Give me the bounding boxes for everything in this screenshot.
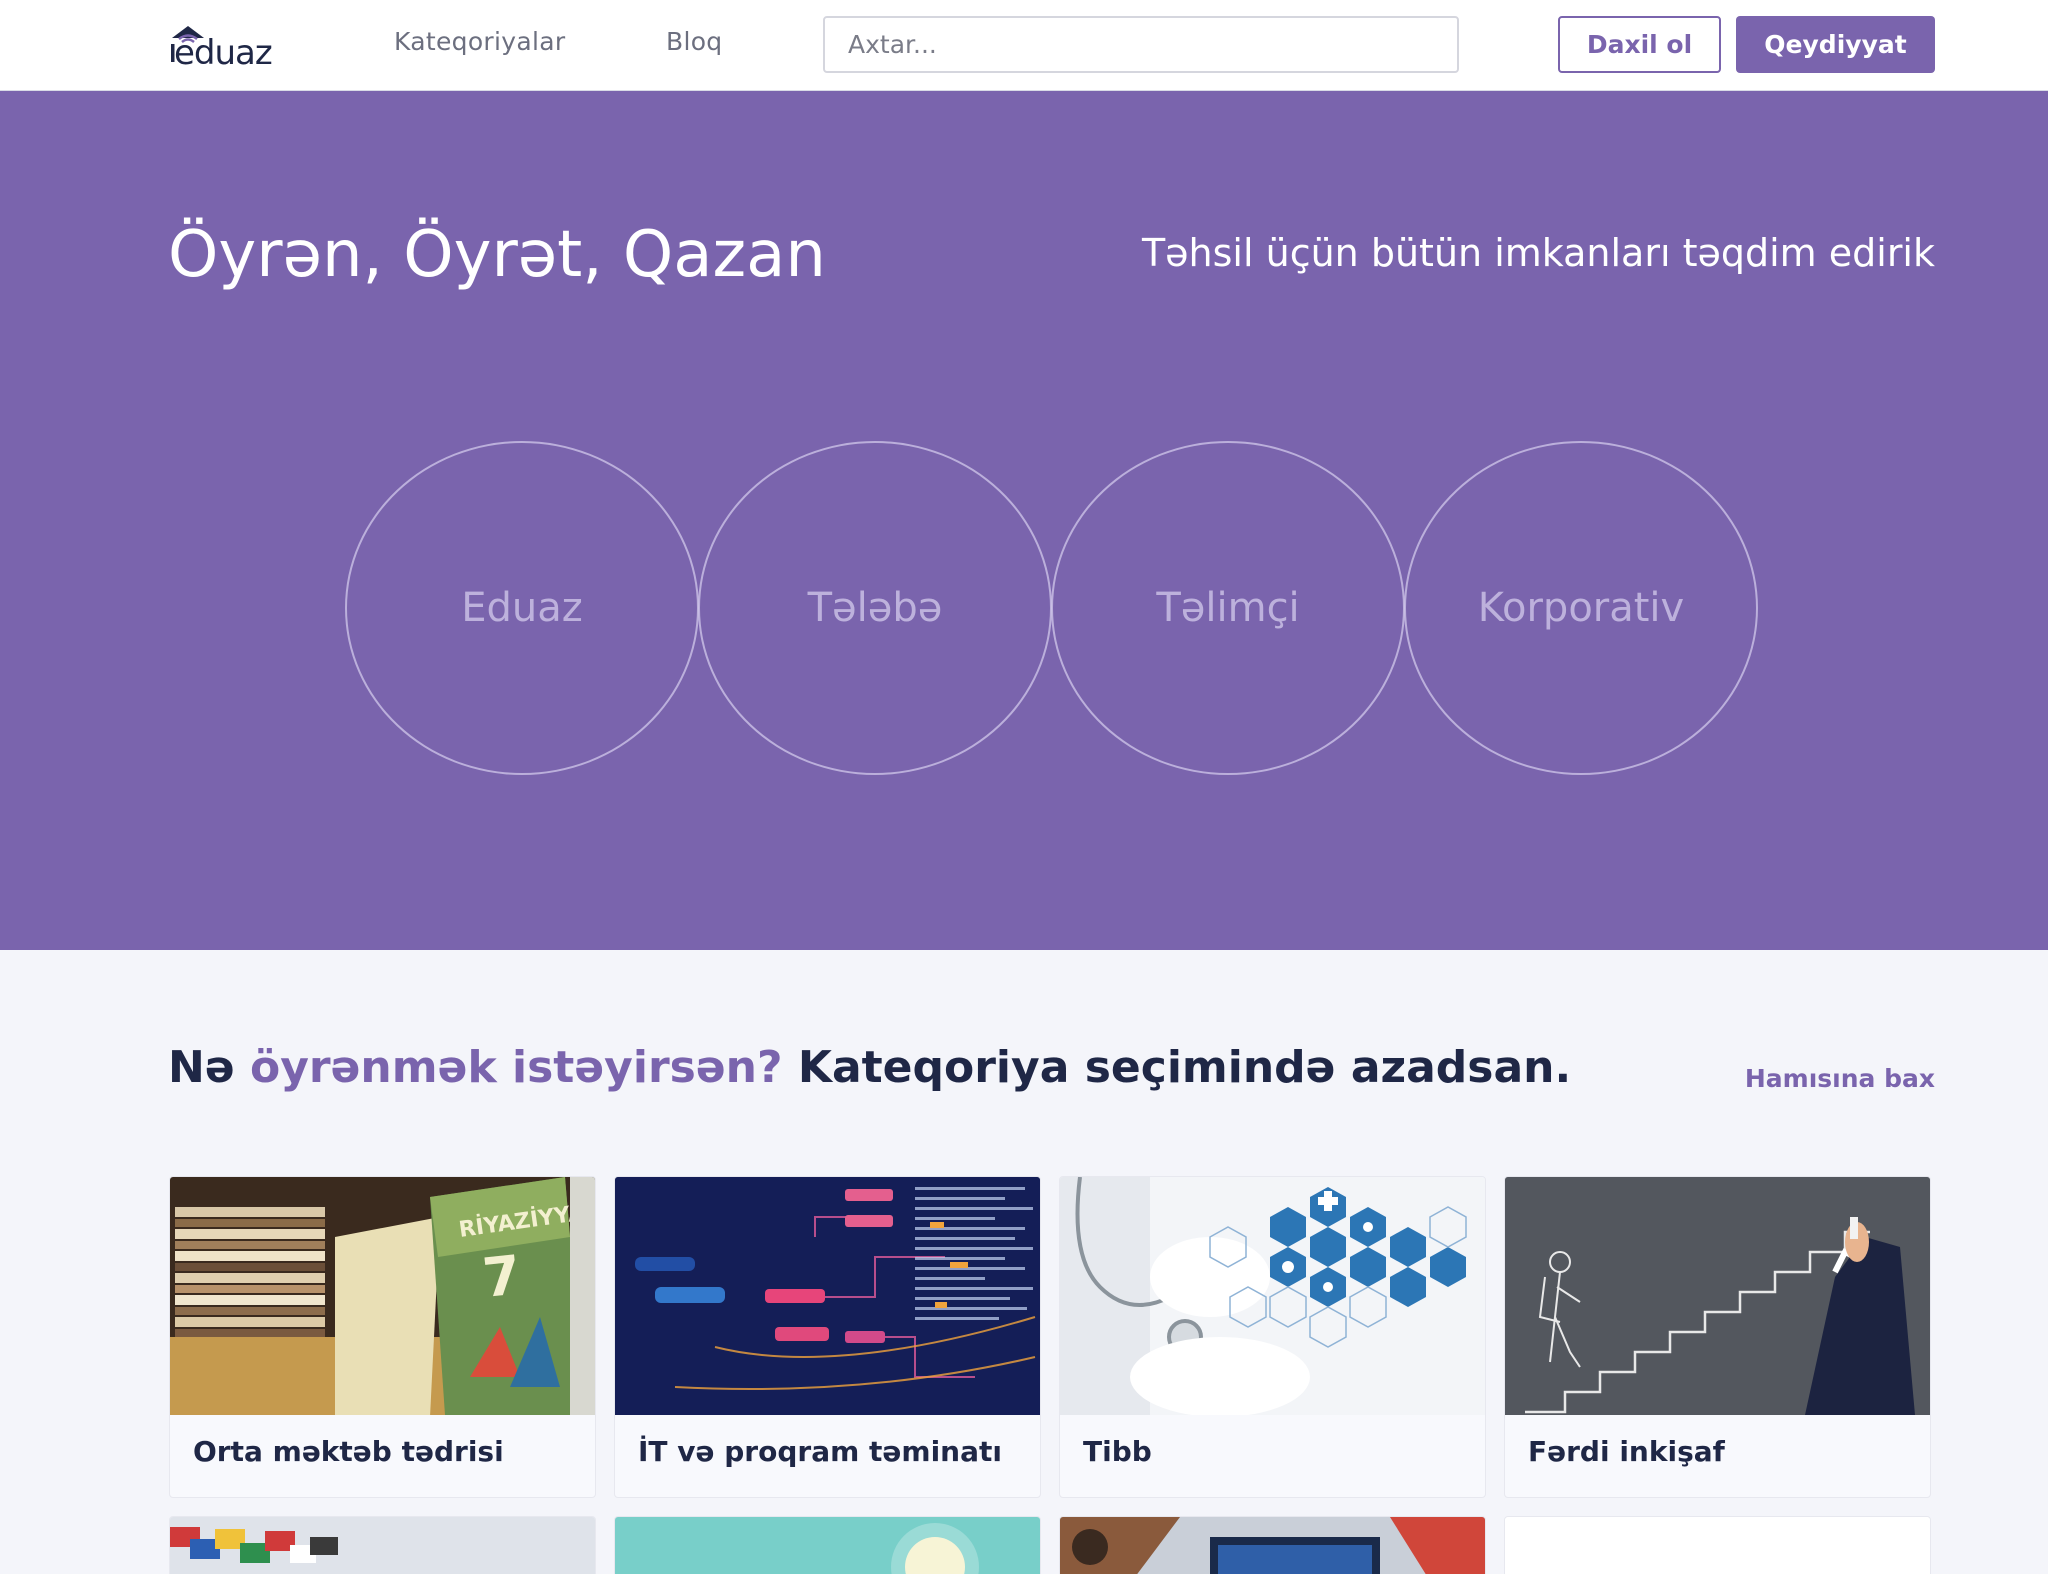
category-image-medicine xyxy=(1060,1177,1485,1415)
category-label: Tibb xyxy=(1083,1435,1152,1468)
logo-graphic: eduaz xyxy=(171,26,273,73)
heading-part-2: Kateqoriya seçimində azadsan. xyxy=(782,1042,1572,1093)
categories-heading: Nə öyrənmək istəyirsən? Kateqoriya seçim… xyxy=(168,1042,1571,1093)
see-all-link[interactable]: Hamısına bax xyxy=(1745,1064,1935,1093)
nav-categories-link[interactable]: Kateqoriyalar xyxy=(394,27,565,56)
category-image-7 xyxy=(1505,1517,1930,1574)
category-label: Fərdi inkişaf xyxy=(1528,1435,1725,1468)
category-card-6[interactable] xyxy=(1059,1516,1486,1574)
hero-subtitle: Təhsil üçün bütün imkanları təqdim ediri… xyxy=(1141,231,1935,275)
category-card-7[interactable] xyxy=(1504,1516,1931,1574)
category-image-it xyxy=(615,1177,1040,1415)
category-card-it[interactable]: İT və proqram təminatı xyxy=(614,1176,1041,1498)
register-button[interactable]: Qeydiyyat xyxy=(1736,16,1935,73)
search-input[interactable] xyxy=(825,18,1457,71)
category-card-school[interactable]: RİYAZİYYAT 7 Orta məktəb tədrisi xyxy=(169,1176,596,1498)
hero-banner: Öyrən, Öyrət, Qazan Təhsil üçün bütün im… xyxy=(0,91,2048,950)
eduaz-logo[interactable]: eduaz xyxy=(168,20,300,73)
site-header: eduaz Kateqoriyalar Bloq Daxil ol Qeydiy… xyxy=(0,0,2048,91)
circle-trainer[interactable]: Təlimçi xyxy=(1051,441,1405,775)
search-box xyxy=(823,16,1459,73)
circle-eduaz[interactable]: Eduaz xyxy=(345,441,699,775)
category-image-languages xyxy=(170,1517,595,1574)
category-label: Orta məktəb tədrisi xyxy=(193,1435,504,1468)
nav-blog-link[interactable]: Bloq xyxy=(666,27,722,56)
login-button[interactable]: Daxil ol xyxy=(1558,16,1721,73)
heading-accent: öyrənmək istəyirsən? xyxy=(249,1042,783,1093)
category-image-personal xyxy=(1505,1177,1930,1415)
circle-student[interactable]: Tələbə xyxy=(698,441,1052,775)
category-image-school: RİYAZİYYAT 7 xyxy=(170,1177,595,1415)
category-card-medicine[interactable]: Tibb xyxy=(1059,1176,1486,1498)
logo-text: eduaz xyxy=(174,33,272,70)
category-image-5 xyxy=(615,1517,1040,1574)
heading-part-1: Nə xyxy=(168,1042,250,1093)
category-card-personal[interactable]: Fərdi inkişaf xyxy=(1504,1176,1931,1498)
svg-text:7: 7 xyxy=(480,1243,524,1310)
category-image-6 xyxy=(1060,1517,1485,1574)
category-label: İT və proqram təminatı xyxy=(638,1435,1002,1468)
category-card-5[interactable] xyxy=(614,1516,1041,1574)
circle-corporate[interactable]: Korporativ xyxy=(1404,441,1758,775)
hero-title: Öyrən, Öyrət, Qazan xyxy=(168,218,826,292)
category-card-languages[interactable] xyxy=(169,1516,596,1574)
